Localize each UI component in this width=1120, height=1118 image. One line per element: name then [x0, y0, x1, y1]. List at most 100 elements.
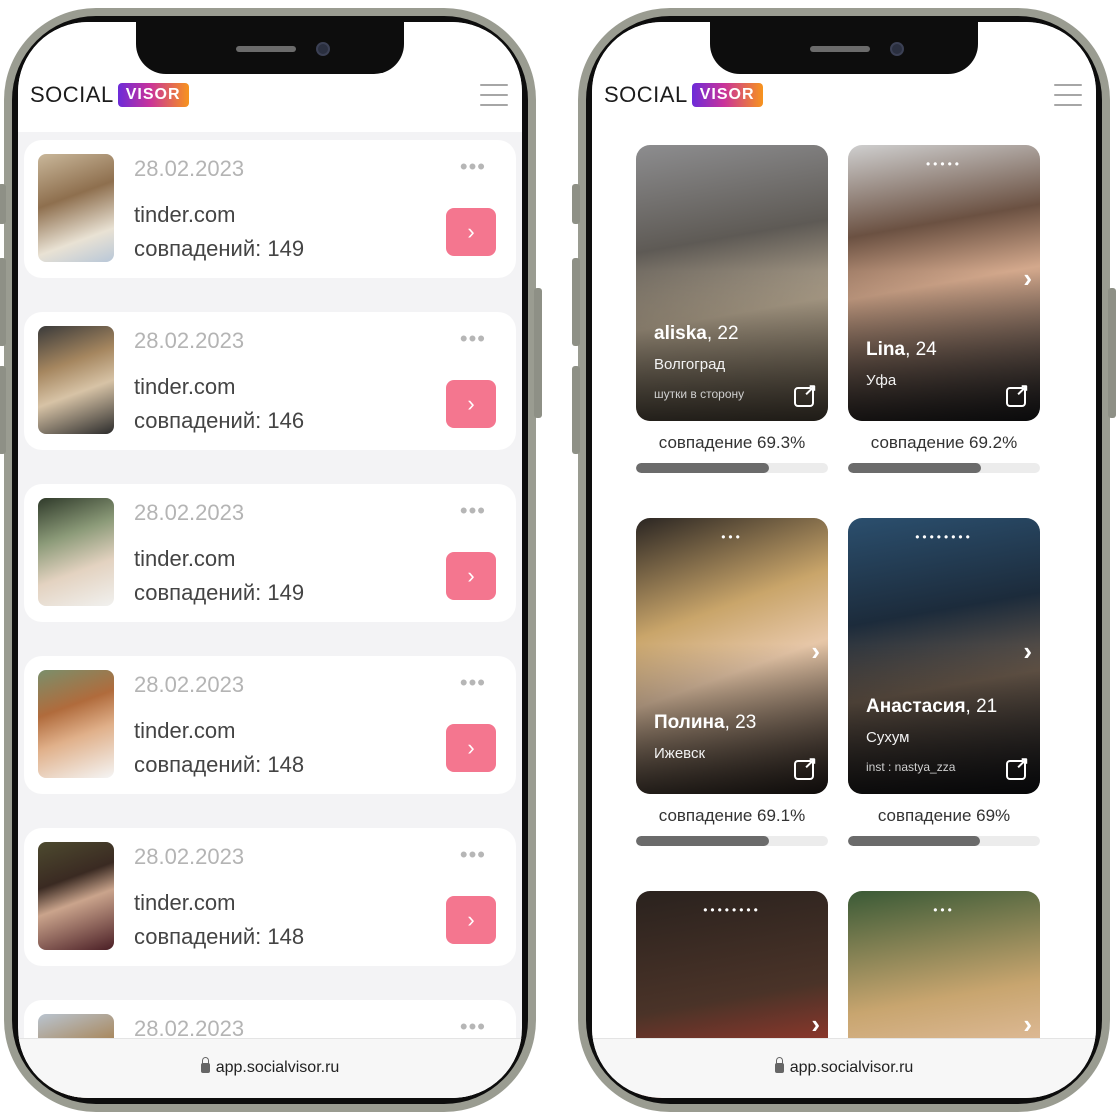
- logo[interactable]: SOCIAL VISOR: [604, 82, 763, 108]
- profiles-grid: aliska, 22 Волгоград шутки в сторону сов…: [592, 140, 1096, 1098]
- browser-bar: app.socialvisor.ru: [592, 1038, 1096, 1098]
- profile-name: aliska: [654, 323, 707, 344]
- open-result-button[interactable]: ›: [446, 380, 496, 428]
- profile-card[interactable]: aliska, 22 Волгоград шутки в сторону сов…: [636, 145, 828, 473]
- next-photo-icon[interactable]: ›: [811, 636, 820, 667]
- profile-name-line: Lina, 24: [866, 339, 937, 361]
- open-result-button[interactable]: ›: [446, 552, 496, 600]
- results-list: 28.02.2023 ••• tinder.com совпадений: 14…: [24, 140, 516, 1098]
- profile-photo[interactable]: •••••••• › Анастасия, 21 Сухум inst : na…: [848, 518, 1040, 794]
- avatar: [38, 498, 114, 606]
- avatar: [38, 326, 114, 434]
- result-matches: совпадений: 146: [134, 408, 305, 433]
- profile-note: шутки в сторону: [654, 387, 745, 401]
- more-options-icon[interactable]: •••: [460, 498, 486, 524]
- phone-right: SOCIAL VISOR aliska, 22 Волгоград шутки …: [572, 8, 1116, 1112]
- profile-city: Ижевск: [654, 745, 706, 762]
- logo-visor: VISOR: [117, 83, 189, 107]
- logo[interactable]: SOCIAL VISOR: [30, 82, 189, 108]
- result-date: 28.02.2023: [134, 328, 245, 353]
- profile-photo[interactable]: ••••• › Lina, 24 Уфа: [848, 145, 1040, 421]
- match-bar-fill: [636, 836, 769, 846]
- external-link-icon[interactable]: [794, 753, 817, 780]
- match-label: совпадение 69%: [877, 806, 1011, 825]
- more-options-icon[interactable]: •••: [460, 670, 486, 696]
- match-label: совпадение 69.3%: [658, 433, 806, 452]
- lock-icon: [200, 1057, 210, 1073]
- external-link-icon[interactable]: [1006, 380, 1029, 407]
- avatar: [38, 670, 114, 778]
- profile-card[interactable]: •••••••• › Анастасия, 21 Сухум inst : na…: [848, 518, 1040, 846]
- more-options-icon[interactable]: •••: [460, 326, 486, 352]
- address-bar[interactable]: app.socialvisor.ru: [18, 1057, 522, 1077]
- result-site: tinder.com: [134, 546, 236, 571]
- side-button: [1108, 288, 1116, 418]
- phone-left: SOCIAL VISOR 28.02.2023 ••• tinder.com с…: [0, 8, 542, 1112]
- result-card[interactable]: 28.02.2023 ••• tinder.com совпадений: 14…: [24, 312, 516, 450]
- result-card[interactable]: 28.02.2023 ••• tinder.com совпадений: 14…: [24, 484, 516, 622]
- external-link-icon[interactable]: [794, 380, 817, 407]
- result-card[interactable]: 28.02.2023 ••• tinder.com совпадений: 14…: [24, 140, 516, 278]
- result-matches: совпадений: 149: [134, 236, 305, 261]
- match-bar: [848, 463, 1040, 473]
- open-result-button[interactable]: ›: [446, 896, 496, 944]
- more-options-icon[interactable]: •••: [460, 842, 486, 868]
- open-result-button[interactable]: ›: [446, 208, 496, 256]
- profile-city: Уфа: [866, 372, 897, 389]
- avatar: [38, 842, 114, 950]
- menu-icon[interactable]: [480, 84, 508, 106]
- profile-card[interactable]: ••••• › Lina, 24 Уфа совпадение 69.2%: [848, 145, 1040, 473]
- result-date: 28.02.2023: [134, 844, 245, 869]
- profile-name-line: Анастасия, 21: [866, 696, 997, 718]
- result-card[interactable]: 28.02.2023 ••• tinder.com совпадений: 14…: [24, 656, 516, 794]
- profile-city: Сухум: [866, 729, 910, 746]
- side-button: [572, 184, 580, 224]
- profile-age: , 21: [965, 696, 998, 717]
- profile-age: , 22: [706, 323, 739, 344]
- logo-social: SOCIAL: [30, 82, 114, 107]
- next-photo-icon[interactable]: ›: [811, 1009, 820, 1040]
- open-result-button[interactable]: ›: [446, 724, 496, 772]
- photo-indicator: ••••••••: [915, 530, 973, 544]
- lock-icon: [774, 1057, 784, 1073]
- browser-bar: app.socialvisor.ru: [18, 1038, 522, 1098]
- match-bar: [636, 463, 828, 473]
- more-options-icon[interactable]: •••: [460, 154, 486, 180]
- profile-age: , 23: [724, 712, 757, 733]
- next-photo-icon[interactable]: ›: [1023, 1009, 1032, 1040]
- result-matches: совпадений: 148: [134, 924, 305, 949]
- match-bar-fill: [848, 463, 981, 473]
- side-button: [0, 366, 6, 454]
- profile-age: , 24: [905, 339, 937, 360]
- result-date: 28.02.2023: [134, 156, 245, 181]
- more-options-icon[interactable]: •••: [460, 1014, 486, 1040]
- profile-photo[interactable]: ••• › Полина, 23 Ижевск: [636, 518, 828, 794]
- next-photo-icon[interactable]: ›: [1023, 263, 1032, 294]
- match-label: совпадение 69.2%: [870, 433, 1018, 452]
- profile-card[interactable]: ••• › Полина, 23 Ижевск совпадение 69.1%: [636, 518, 828, 846]
- profile-city: Волгоград: [654, 356, 726, 373]
- result-date: 28.02.2023: [134, 672, 245, 697]
- notch: [710, 22, 978, 74]
- profile-name: Полина: [654, 712, 725, 733]
- logo-social: SOCIAL: [604, 82, 688, 107]
- result-matches: совпадений: 149: [134, 580, 305, 605]
- result-matches: совпадений: 148: [134, 752, 305, 777]
- external-link-icon[interactable]: [1006, 753, 1029, 780]
- photo-indicator: •••: [721, 530, 743, 544]
- screen-left: SOCIAL VISOR 28.02.2023 ••• tinder.com с…: [18, 22, 522, 1098]
- side-button: [0, 184, 6, 224]
- url-text: app.socialvisor.ru: [789, 1059, 914, 1076]
- result-site: tinder.com: [134, 718, 236, 743]
- profile-photo[interactable]: aliska, 22 Волгоград шутки в сторону: [636, 145, 828, 421]
- side-button: [534, 288, 542, 418]
- match-bar: [636, 836, 828, 846]
- next-photo-icon[interactable]: ›: [1023, 636, 1032, 667]
- menu-icon[interactable]: [1054, 84, 1082, 106]
- match-bar-fill: [636, 463, 770, 473]
- result-site: tinder.com: [134, 890, 236, 915]
- address-bar[interactable]: app.socialvisor.ru: [592, 1057, 1096, 1077]
- profile-name: Анастасия: [866, 696, 966, 717]
- result-card[interactable]: 28.02.2023 ••• tinder.com совпадений: 14…: [24, 828, 516, 966]
- side-button: [572, 258, 580, 346]
